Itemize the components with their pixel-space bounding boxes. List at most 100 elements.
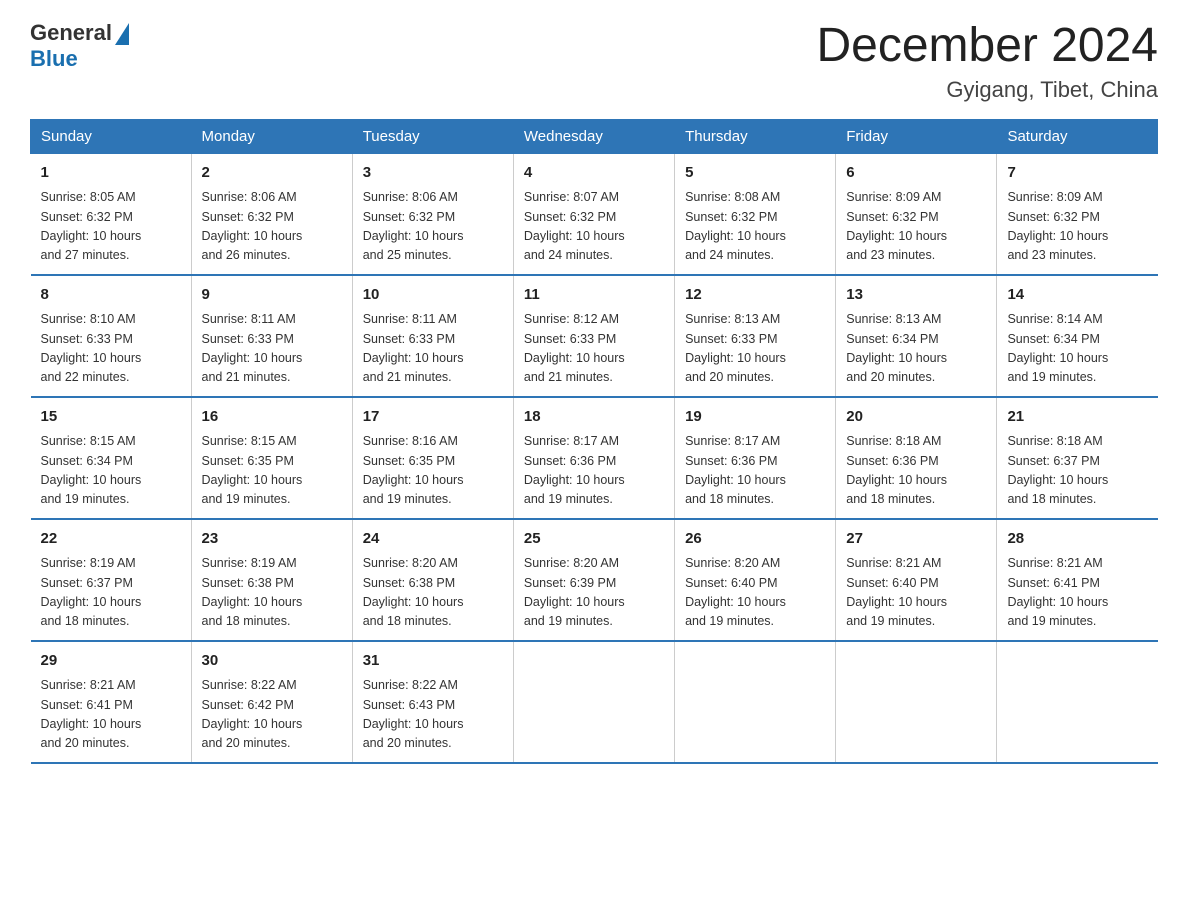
day-info: Sunrise: 8:20 AMSunset: 6:38 PMDaylight:… <box>363 554 503 632</box>
calendar-cell: 29 Sunrise: 8:21 AMSunset: 6:41 PMDayligh… <box>31 641 192 763</box>
calendar-cell: 27 Sunrise: 8:21 AMSunset: 6:40 PMDayligh… <box>836 519 997 641</box>
day-info: Sunrise: 8:21 AMSunset: 6:41 PMDaylight:… <box>41 676 181 754</box>
calendar-cell: 28Sunrise: 8:21 AMSunset: 6:41 PMDayligh… <box>997 519 1158 641</box>
page-subtitle: Gyigang, Tibet, China <box>816 77 1158 103</box>
day-info: Sunrise: 8:12 AMSunset: 6:33 PMDaylight:… <box>524 310 664 388</box>
header-cell-monday: Monday <box>191 119 352 153</box>
day-info: Sunrise: 8:22 AMSunset: 6:42 PMDaylight:… <box>202 676 342 754</box>
calendar-cell: 11 Sunrise: 8:12 AMSunset: 6:33 PMDayligh… <box>513 275 674 397</box>
day-info: Sunrise: 8:06 AMSunset: 6:32 PMDaylight:… <box>363 188 503 266</box>
calendar-cell: 30Sunrise: 8:22 AMSunset: 6:42 PMDayligh… <box>191 641 352 763</box>
day-info: Sunrise: 8:10 AMSunset: 6:33 PMDaylight:… <box>41 310 181 388</box>
title-block: December 2024 Gyigang, Tibet, China <box>816 20 1158 103</box>
calendar-week-4: 22 Sunrise: 8:19 AMSunset: 6:37 PMDayligh… <box>31 519 1158 641</box>
day-info: Sunrise: 8:08 AMSunset: 6:32 PMDaylight:… <box>685 188 825 266</box>
day-number: 1 <box>41 162 181 185</box>
day-number: 23 <box>202 528 342 551</box>
header-cell-wednesday: Wednesday <box>513 119 674 153</box>
logo-arrow-icon <box>115 23 129 45</box>
calendar-cell: 8 Sunrise: 8:10 AMSunset: 6:33 PMDaylight… <box>31 275 192 397</box>
day-number: 12 <box>685 284 825 307</box>
day-number: 20 <box>846 406 986 429</box>
calendar-cell: 13Sunrise: 8:13 AMSunset: 6:34 PMDayligh… <box>836 275 997 397</box>
day-number: 27 <box>846 528 986 551</box>
day-number: 22 <box>41 528 181 551</box>
page-header: General Blue December 2024 Gyigang, Tibe… <box>30 20 1158 103</box>
calendar-cell: 15Sunrise: 8:15 AMSunset: 6:34 PMDayligh… <box>31 397 192 519</box>
day-info: Sunrise: 8:05 AMSunset: 6:32 PMDaylight:… <box>41 188 181 266</box>
calendar-cell: 17 Sunrise: 8:16 AMSunset: 6:35 PMDayligh… <box>352 397 513 519</box>
day-info: Sunrise: 8:06 AMSunset: 6:32 PMDaylight:… <box>202 188 342 266</box>
logo-general-text: General <box>30 20 112 46</box>
day-number: 14 <box>1007 284 1147 307</box>
calendar-cell: 1 Sunrise: 8:05 AMSunset: 6:32 PMDaylight… <box>31 153 192 275</box>
day-number: 15 <box>41 406 181 429</box>
day-info: Sunrise: 8:21 AMSunset: 6:41 PMDaylight:… <box>1007 554 1147 632</box>
calendar-cell: 22 Sunrise: 8:19 AMSunset: 6:37 PMDayligh… <box>31 519 192 641</box>
header-cell-thursday: Thursday <box>675 119 836 153</box>
calendar-cell: 21 Sunrise: 8:18 AMSunset: 6:37 PMDayligh… <box>997 397 1158 519</box>
calendar-week-3: 15Sunrise: 8:15 AMSunset: 6:34 PMDayligh… <box>31 397 1158 519</box>
calendar-cell: 24 Sunrise: 8:20 AMSunset: 6:38 PMDayligh… <box>352 519 513 641</box>
day-info: Sunrise: 8:18 AMSunset: 6:36 PMDaylight:… <box>846 432 986 510</box>
calendar-week-1: 1 Sunrise: 8:05 AMSunset: 6:32 PMDaylight… <box>31 153 1158 275</box>
day-number: 24 <box>363 528 503 551</box>
calendar-cell <box>997 641 1158 763</box>
header-cell-sunday: Sunday <box>31 119 192 153</box>
calendar-cell: 5 Sunrise: 8:08 AMSunset: 6:32 PMDaylight… <box>675 153 836 275</box>
calendar-cell: 16 Sunrise: 8:15 AMSunset: 6:35 PMDayligh… <box>191 397 352 519</box>
calendar-cell <box>675 641 836 763</box>
day-info: Sunrise: 8:09 AMSunset: 6:32 PMDaylight:… <box>846 188 986 266</box>
day-info: Sunrise: 8:20 AMSunset: 6:40 PMDaylight:… <box>685 554 825 632</box>
day-info: Sunrise: 8:18 AMSunset: 6:37 PMDaylight:… <box>1007 432 1147 510</box>
calendar-cell: 20 Sunrise: 8:18 AMSunset: 6:36 PMDayligh… <box>836 397 997 519</box>
day-info: Sunrise: 8:07 AMSunset: 6:32 PMDaylight:… <box>524 188 664 266</box>
day-number: 11 <box>524 284 664 307</box>
calendar-cell: 4Sunrise: 8:07 AMSunset: 6:32 PMDaylight… <box>513 153 674 275</box>
calendar-week-5: 29 Sunrise: 8:21 AMSunset: 6:41 PMDayligh… <box>31 641 1158 763</box>
calendar-header: SundayMondayTuesdayWednesdayThursdayFrid… <box>31 119 1158 153</box>
day-number: 31 <box>363 650 503 673</box>
day-number: 21 <box>1007 406 1147 429</box>
day-number: 8 <box>41 284 181 307</box>
day-number: 7 <box>1007 162 1147 185</box>
day-info: Sunrise: 8:21 AMSunset: 6:40 PMDaylight:… <box>846 554 986 632</box>
day-info: Sunrise: 8:15 AMSunset: 6:35 PMDaylight:… <box>202 432 342 510</box>
day-info: Sunrise: 8:17 AMSunset: 6:36 PMDaylight:… <box>685 432 825 510</box>
day-number: 2 <box>202 162 342 185</box>
day-number: 29 <box>41 650 181 673</box>
day-info: Sunrise: 8:17 AMSunset: 6:36 PMDaylight:… <box>524 432 664 510</box>
calendar-cell: 6 Sunrise: 8:09 AMSunset: 6:32 PMDaylight… <box>836 153 997 275</box>
calendar-cell: 14 Sunrise: 8:14 AMSunset: 6:34 PMDayligh… <box>997 275 1158 397</box>
calendar-cell: 7 Sunrise: 8:09 AMSunset: 6:32 PMDaylight… <box>997 153 1158 275</box>
day-info: Sunrise: 8:20 AMSunset: 6:39 PMDaylight:… <box>524 554 664 632</box>
day-number: 19 <box>685 406 825 429</box>
calendar-week-2: 8 Sunrise: 8:10 AMSunset: 6:33 PMDaylight… <box>31 275 1158 397</box>
day-info: Sunrise: 8:13 AMSunset: 6:34 PMDaylight:… <box>846 310 986 388</box>
day-info: Sunrise: 8:09 AMSunset: 6:32 PMDaylight:… <box>1007 188 1147 266</box>
day-number: 17 <box>363 406 503 429</box>
day-info: Sunrise: 8:19 AMSunset: 6:37 PMDaylight:… <box>41 554 181 632</box>
logo-blue-text: Blue <box>30 46 78 72</box>
calendar-cell: 9 Sunrise: 8:11 AMSunset: 6:33 PMDaylight… <box>191 275 352 397</box>
logo: General Blue <box>30 20 129 72</box>
day-number: 25 <box>524 528 664 551</box>
day-number: 6 <box>846 162 986 185</box>
calendar-cell <box>513 641 674 763</box>
day-number: 16 <box>202 406 342 429</box>
day-info: Sunrise: 8:14 AMSunset: 6:34 PMDaylight:… <box>1007 310 1147 388</box>
calendar-cell: 26Sunrise: 8:20 AMSunset: 6:40 PMDayligh… <box>675 519 836 641</box>
calendar-cell: 23 Sunrise: 8:19 AMSunset: 6:38 PMDayligh… <box>191 519 352 641</box>
day-number: 5 <box>685 162 825 185</box>
day-info: Sunrise: 8:11 AMSunset: 6:33 PMDaylight:… <box>202 310 342 388</box>
day-info: Sunrise: 8:19 AMSunset: 6:38 PMDaylight:… <box>202 554 342 632</box>
day-info: Sunrise: 8:16 AMSunset: 6:35 PMDaylight:… <box>363 432 503 510</box>
calendar-cell: 18Sunrise: 8:17 AMSunset: 6:36 PMDayligh… <box>513 397 674 519</box>
calendar-cell: 31Sunrise: 8:22 AMSunset: 6:43 PMDayligh… <box>352 641 513 763</box>
day-number: 9 <box>202 284 342 307</box>
calendar-cell: 10Sunrise: 8:11 AMSunset: 6:33 PMDayligh… <box>352 275 513 397</box>
header-cell-tuesday: Tuesday <box>352 119 513 153</box>
day-info: Sunrise: 8:11 AMSunset: 6:33 PMDaylight:… <box>363 310 503 388</box>
header-row: SundayMondayTuesdayWednesdayThursdayFrid… <box>31 119 1158 153</box>
calendar-cell: 2 Sunrise: 8:06 AMSunset: 6:32 PMDaylight… <box>191 153 352 275</box>
